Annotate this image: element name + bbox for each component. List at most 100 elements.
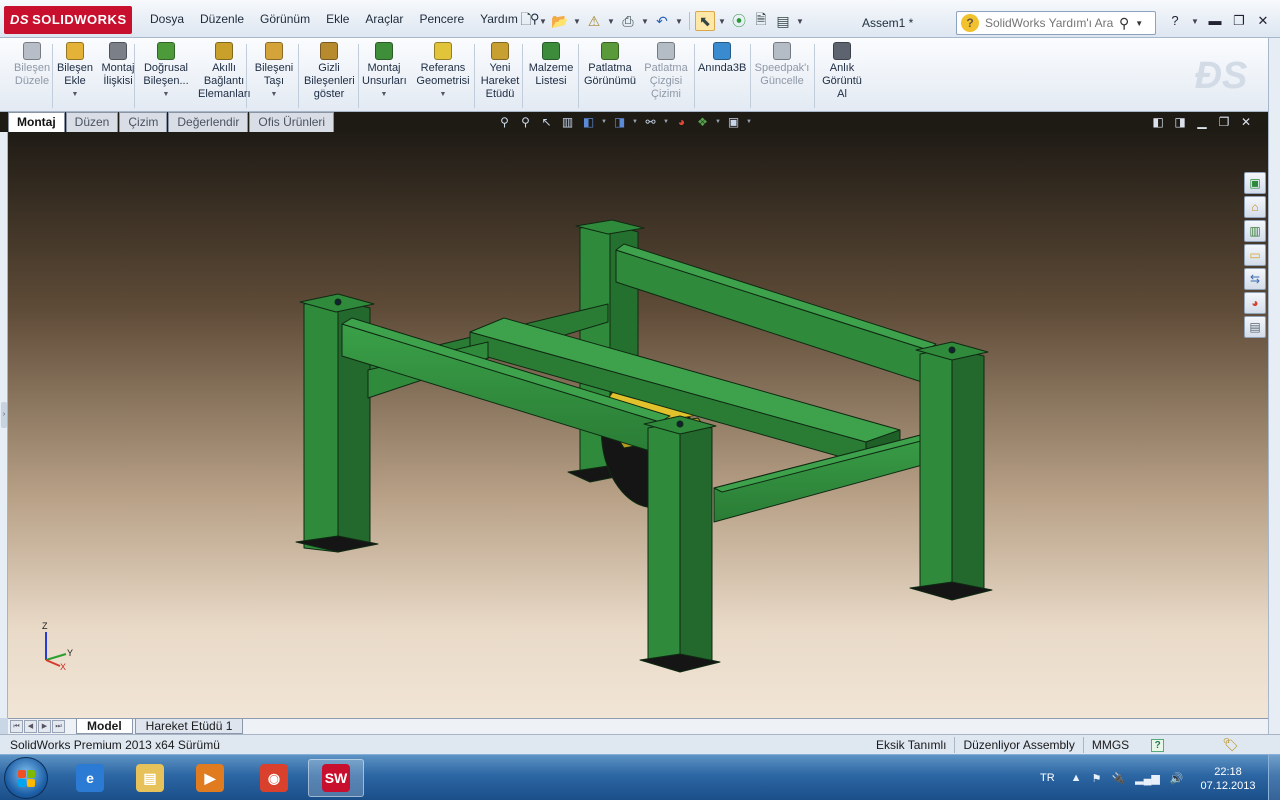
display-style-icon[interactable]: ◨ [611, 114, 628, 130]
last-tab-arrow-icon[interactable]: ⏭ [52, 720, 65, 733]
tray-expand-icon[interactable]: ▲ [1071, 772, 1082, 784]
search-dropdown-icon[interactable]: ▼ [1135, 19, 1143, 28]
view-palette-icon[interactable]: ▭ [1244, 244, 1266, 266]
anlik-goruntu-button[interactable]: Anlık Görüntü Al [820, 42, 864, 110]
help-icon[interactable]: ? [1166, 12, 1184, 30]
options-dropdown-icon[interactable]: ▼ [795, 17, 805, 26]
bilesen-ekle-dropdown-icon[interactable]: ▼ [56, 88, 94, 101]
tab-duzen[interactable]: Düzen [65, 112, 119, 132]
undo-dropdown-icon[interactable]: ▼ [674, 17, 684, 26]
solidworks-logo[interactable]: DS SOLIDWORKS [4, 6, 132, 34]
help-dropdown-icon[interactable]: ▼ [1190, 17, 1200, 26]
montaj-unsurlari-button[interactable]: Montaj Unsurları ▼ [362, 42, 407, 110]
view-orientation-dropdown-icon[interactable]: ▼ [601, 119, 607, 125]
view-settings-icon[interactable]: ▣ [725, 114, 742, 130]
save-dropdown-icon[interactable]: ▼ [606, 17, 616, 26]
display-style-dropdown-icon[interactable]: ▼ [632, 119, 638, 125]
restore-icon[interactable]: ❐ [1230, 12, 1248, 30]
design-library-icon[interactable]: ⌂ [1244, 196, 1266, 218]
task-pane-extra-icon[interactable]: ▤ [1244, 316, 1266, 338]
expand-arrow-icon[interactable]: › [1, 402, 7, 428]
tab-montaj[interactable]: Montaj [8, 112, 65, 132]
options-icon[interactable]: ▤ [773, 11, 793, 31]
assembly-model-frame[interactable] [8, 132, 1268, 718]
edit-appearance-icon[interactable]: ◕ [673, 114, 690, 130]
menu-dosya[interactable]: Dosya [142, 8, 192, 30]
language-indicator[interactable]: TR [1040, 772, 1055, 784]
taskbar-chrome[interactable]: ◉ [246, 759, 302, 797]
tile-right-icon[interactable]: ◨ [1172, 114, 1188, 130]
solidworks-resources-icon[interactable]: ▣ [1244, 172, 1266, 194]
search-icon[interactable]: ⚲ [1119, 15, 1129, 32]
show-desktop-button[interactable] [1268, 755, 1280, 800]
status-units[interactable]: MMGS [1082, 737, 1137, 753]
malzeme-listesi-button[interactable]: Malzeme Listesi [528, 42, 574, 110]
menu-araclar[interactable]: Araçlar [357, 8, 411, 30]
taskbar-file-explorer[interactable]: ▤ [122, 759, 178, 797]
viewport-minimize-icon[interactable]: ▁ [1194, 114, 1210, 130]
tab-model[interactable]: Model [76, 719, 133, 734]
new-document-icon[interactable]: 🗋 [516, 11, 536, 31]
help-search-box[interactable]: ? ⚲ ▼ [956, 11, 1156, 35]
action-center-flag-icon[interactable]: ⚑ [1092, 772, 1102, 785]
open-folder-icon[interactable]: 📂 [550, 11, 570, 31]
rebuild-traffic-light-icon[interactable]: ⦿ [729, 11, 749, 31]
speedpak-button[interactable]: Speedpak'ı Güncelle [754, 42, 810, 110]
graphics-viewport[interactable]: Z Y X ▣ ⌂ ▥ ▭ ⇆ ◕ ▤ [8, 132, 1268, 718]
akilli-baglanti-button[interactable]: Akıllı Bağlantı Elemanları [198, 42, 251, 110]
bilesen-ekle-button[interactable]: Bileşen Ekle ▼ [56, 42, 94, 110]
select-cursor-icon[interactable]: ⬉ [695, 11, 715, 31]
taskbar-media-player[interactable]: ▶ [182, 759, 238, 797]
tab-cizim[interactable]: Çizim [119, 112, 168, 132]
taskbar-solidworks[interactable]: SW [308, 759, 364, 797]
next-tab-arrow-icon[interactable]: ▶ [38, 720, 51, 733]
open-dropdown-icon[interactable]: ▼ [572, 17, 582, 26]
print-icon[interactable]: ⎙ [618, 11, 638, 31]
save-icon[interactable]: ⚠ [584, 11, 604, 31]
dogrusal-bilesen-dropdown-icon[interactable]: ▼ [142, 88, 190, 101]
volume-icon[interactable]: 🔊 [1170, 772, 1184, 785]
leg-back-right[interactable] [909, 341, 993, 601]
patlatma-cizgisi-button[interactable]: Patlatma Çizgisi Çizimi [642, 42, 690, 110]
previous-view-icon[interactable]: ↖ [538, 114, 555, 130]
menu-gorunum[interactable]: Görünüm [252, 8, 318, 30]
close-icon[interactable]: ✕ [1254, 12, 1272, 30]
zoom-to-area-icon[interactable]: ⚲ [517, 114, 534, 130]
first-tab-arrow-icon[interactable]: ⏮ [10, 720, 23, 733]
tab-ofis-urunleri[interactable]: Ofis Ürünleri [249, 112, 335, 132]
power-icon[interactable]: 🔌 [1111, 772, 1125, 785]
taskbar-internet-explorer[interactable]: e [62, 759, 118, 797]
undo-icon[interactable]: ↶ [652, 11, 672, 31]
system-clock[interactable]: 22:18 07.12.2013 [1196, 765, 1260, 793]
bilesen-duzele-button[interactable]: Bileşen Düzele [14, 42, 50, 110]
section-view-icon[interactable]: ▥ [559, 114, 576, 130]
tag-icon[interactable]: 🏷 [1222, 737, 1239, 753]
file-properties-icon[interactable]: 🗎 [751, 11, 771, 31]
custom-properties-icon[interactable]: ◕ [1244, 292, 1266, 314]
hide-show-dropdown-icon[interactable]: ▼ [663, 119, 669, 125]
start-button[interactable] [4, 757, 48, 799]
quick-tips-help-icon[interactable]: ? [1151, 738, 1165, 752]
referans-geometrisi-button[interactable]: Referans Geometrisi ▼ [416, 42, 470, 110]
menu-ekle[interactable]: Ekle [318, 8, 357, 30]
apply-scene-icon[interactable]: ❖ [694, 114, 711, 130]
referans-geometrisi-dropdown-icon[interactable]: ▼ [416, 88, 470, 101]
appearances-icon[interactable]: ⇆ [1244, 268, 1266, 290]
view-settings-dropdown-icon[interactable]: ▼ [746, 119, 752, 125]
tab-degerlendir[interactable]: Değerlendir [168, 112, 249, 132]
viewport-close-icon[interactable]: ✕ [1238, 114, 1254, 130]
aninda-3b-button[interactable]: Anında3B [698, 42, 746, 110]
menu-duzenle[interactable]: Düzenle [192, 8, 252, 30]
dogrusal-bilesen-button[interactable]: Doğrusal Bileşen... ▼ [142, 42, 190, 110]
zoom-to-fit-icon[interactable]: ⚲ [496, 114, 513, 130]
new-dropdown-icon[interactable]: ▼ [538, 17, 548, 26]
minimize-icon[interactable]: ▬ [1206, 12, 1224, 30]
hide-show-items-icon[interactable]: ⚯ [642, 114, 659, 130]
feature-manager-collapse-handle[interactable]: › [0, 132, 8, 718]
network-signal-icon[interactable]: ▂▄▆ [1135, 772, 1160, 785]
patlatma-gorunumu-button[interactable]: Patlatma Görünümü [584, 42, 636, 110]
help-search-input[interactable] [979, 16, 1119, 30]
apply-scene-dropdown-icon[interactable]: ▼ [715, 119, 721, 125]
view-orientation-icon[interactable]: ◧ [580, 114, 597, 130]
yeni-hareket-etudu-button[interactable]: Yeni Hareket Etüdü [478, 42, 522, 110]
